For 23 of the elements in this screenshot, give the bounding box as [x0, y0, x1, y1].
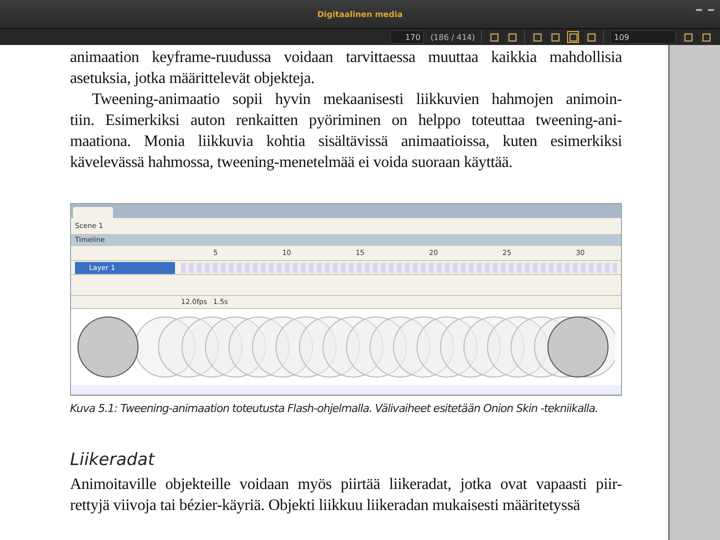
section-heading: Liikeradat	[70, 450, 156, 470]
page-count: (186 / 414)	[430, 32, 475, 42]
bookmark-button[interactable]	[506, 31, 518, 43]
text-line: Tweening-animaatio sopii hyvin mekaanisesti liikkuvien hahmojen animoin-	[91, 90, 622, 110]
page-input[interactable]: 170	[390, 30, 424, 44]
print-button[interactable]	[488, 31, 500, 43]
next-button[interactable]	[700, 31, 712, 43]
zoom-input[interactable]: 109	[610, 30, 676, 44]
text-line: Animoitaville objekteille voidaan myös piirtää liikeradat, jotka ovat vapaasti piir-	[70, 475, 622, 495]
previous-button[interactable]	[682, 31, 694, 43]
single-page-button[interactable]	[549, 31, 561, 43]
text-line: kävelevässä hahmossa, tweening-menetelmää ei voida suoraan käyttää.	[70, 153, 514, 173]
window-title: Digitaalinen media	[317, 10, 403, 18]
text-line: asetuksia, jotka määrittelevät objekteja.	[70, 69, 316, 89]
horizontal-scrollbar[interactable]	[71, 385, 621, 395]
text-line: rettyjä viivoja tai bézier-käyriä. Objekti liikkuu liikeradan mukaisesti määritetyssä	[70, 496, 582, 516]
two-page-button[interactable]	[531, 31, 543, 43]
fit-width-button[interactable]	[567, 31, 579, 43]
text-line: animaation keyframe-ruudussa voidaan tarvittaessa muuttaa kaikkia mahdollisia	[70, 48, 622, 68]
figure-caption: Kuva 5.1: Tweening-animaation toteutusta Flash-ohjelmalla. Välivaiheet esitetään Onion Skin -tekniikalla.	[70, 402, 598, 416]
pages-button[interactable]	[585, 31, 597, 43]
text-line: maationa. Monia liikkuvia kohtia sisältävissä animaatioissa, kuten esimerkiksi	[70, 132, 622, 152]
text-line: tiin. Esimerkiksi auton renkaitten pyöriminen on helppo toteuttaa tweening-ani-	[70, 111, 622, 131]
